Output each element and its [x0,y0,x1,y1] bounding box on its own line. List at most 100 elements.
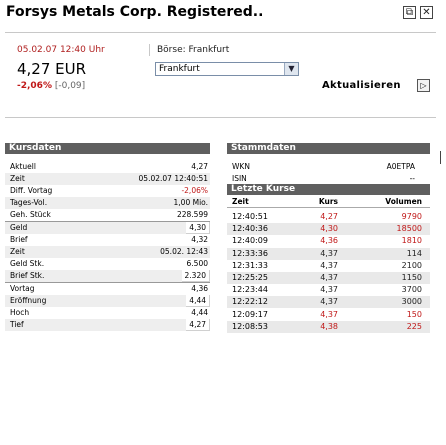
refresh-link[interactable]: Aktualisieren [322,80,401,91]
trade-volume: 114 [406,248,422,258]
stammdaten-header: Stammdaten [227,143,430,154]
quote-separator [149,44,150,56]
window-title: Forsys Metals Corp. Registered.. [6,4,264,20]
kursdaten-label: Eröffnung [10,296,47,305]
kursdaten-value: 4,30 [186,222,210,234]
text-caret [440,151,441,164]
stammdaten-row: WKN A0ETPA [227,161,430,173]
kursdaten-row: Geld Stk. 6.500 [5,258,210,270]
trade-volume: 1810 [401,236,422,246]
kursdaten-value: 2.320 [181,270,210,282]
trade-price: 4,37 [320,285,338,295]
kursdaten-row: Hoch 4,44 [5,307,210,319]
kursdaten-label: Geh. Stück [10,210,51,219]
trade-price: 4,30 [320,224,338,234]
kursdaten-label: Geld [10,223,28,232]
kursdaten-label: Tages-Vol. [10,198,48,207]
kursdaten-label: Zeit [10,174,25,183]
table-row: 12:33:36 4,37 114 [227,247,430,260]
kursdaten-label: Diff. Vortag [10,186,53,195]
table-row: 12:25:25 4,37 1150 [227,272,430,284]
trade-volume: 3000 [401,297,422,307]
kursdaten-header: Kursdaten [5,143,210,154]
trade-volume: 9790 [401,212,422,221]
kursdaten-value: 4,36 [191,284,208,293]
kursdaten-row: Brief 4,32 [5,234,210,246]
kursdaten-value: 4,44 [191,308,208,317]
kursdaten-row: Brief Stk. 2.320 [5,270,210,282]
trade-time: 12:40:51 [232,212,268,221]
table-row: 12:09:17 4,37 150 [227,309,430,321]
kursdaten-value: 05.02. 12:43 [160,247,208,256]
table-row: 12:40:36 4,30 18500 [227,223,430,236]
quote-change: -2,06% [-0,09] [17,81,85,91]
detach-window-icon[interactable]: ⧉ [403,6,416,19]
exchange-select[interactable]: Frankfurt ▼ [155,62,299,76]
trade-volume: 3700 [401,285,422,295]
kursdaten-row: Eröffnung 4,44 [5,295,210,307]
table-row: 12:40:09 4,36 1810 [227,235,430,247]
kursdaten-label: Tief [10,320,24,329]
trade-time: 12:40:09 [232,236,268,246]
letzte-kurse-column-headers: Zeit Kurs Volumen [227,196,430,208]
kursdaten-value: 4,44 [186,295,210,307]
kursdaten-value: 6.500 [186,259,208,268]
stammdaten-value: -- [409,174,415,183]
close-window-icon[interactable]: ✕ [420,6,433,19]
kursdaten-row: Diff. Vortag -2,06% [5,185,210,197]
trade-price: 4,37 [320,297,338,307]
trade-price: 4,38 [320,321,338,331]
trade-price: 4,37 [320,248,338,258]
exchange-select-value: Frankfurt [159,64,200,74]
column-header-kurs: Kurs [318,197,338,206]
trade-time: 12:22:12 [232,297,268,307]
kursdaten-label: Vortag [10,284,35,293]
kursdaten-row: Geh. Stück 228.599 [5,209,210,221]
kursdaten-row: Tages-Vol. 1,00 Mio. [5,197,210,209]
table-row: 12:08:53 4,38 225 [227,320,430,333]
kursdaten-label: Geld Stk. [10,259,45,268]
kursdaten-row: Zeit 05.02. 12:43 [5,246,210,258]
trade-volume: 2100 [401,260,422,270]
trade-price: 4,27 [320,212,338,221]
kursdaten-label: Brief [10,235,28,244]
play-arrow-icon[interactable]: ▷ [417,79,430,92]
table-row: 12:40:51 4,27 9790 [227,211,430,223]
stammdaten-label: WKN [232,162,250,171]
trade-time: 12:25:25 [232,273,268,282]
chevron-down-icon[interactable]: ▼ [284,63,298,75]
quote-exchange-label: Börse: Frankfurt [157,45,230,55]
kursdaten-label: Zeit [10,247,25,256]
kursdaten-value: 4,27 [191,162,208,171]
kursdaten-value: 4,27 [186,319,210,331]
column-header-zeit: Zeit [232,197,249,206]
kursdaten-label: Brief Stk. [10,271,45,280]
trade-volume: 150 [406,309,422,319]
stammdaten-label: ISIN [232,174,247,183]
trade-time: 12:31:33 [232,260,268,270]
trade-price: 4,37 [320,309,338,319]
kursdaten-row: Aktuell 4,27 [5,161,210,173]
kursdaten-value: 1,00 Mio. [173,198,208,207]
kursdaten-value: 4,32 [191,235,208,244]
quote-datetime: 05.02.07 12:40 Uhr [17,45,105,55]
kursdaten-row: Geld 4,30 [5,222,210,234]
kursdaten-row: Tief 4,27 [5,319,210,331]
kursdaten-value: 228.599 [176,210,208,219]
column-header-volumen: Volumen [385,197,422,206]
kursdaten-row: Vortag 4,36 [5,283,210,295]
table-row: 12:31:33 4,37 2100 [227,260,430,272]
stammdaten-row: ISIN -- [227,173,430,185]
quote-price: 4,27 EUR [17,60,87,78]
trade-price: 4,36 [320,236,338,246]
table-row: 12:22:12 4,37 3000 [227,296,430,309]
kursdaten-value: 05.02.07 12:40:51 [138,174,208,183]
stammdaten-value: A0ETPA [386,162,415,171]
letzte-kurse-header: Letzte Kurse [227,184,430,195]
trade-volume: 18500 [396,224,422,234]
trade-price: 4,37 [320,273,338,282]
trade-price: 4,37 [320,260,338,270]
kursdaten-value: -2,06% [181,186,208,195]
trade-time: 12:23:44 [232,285,268,295]
change-percent: -2,06% [17,81,52,91]
